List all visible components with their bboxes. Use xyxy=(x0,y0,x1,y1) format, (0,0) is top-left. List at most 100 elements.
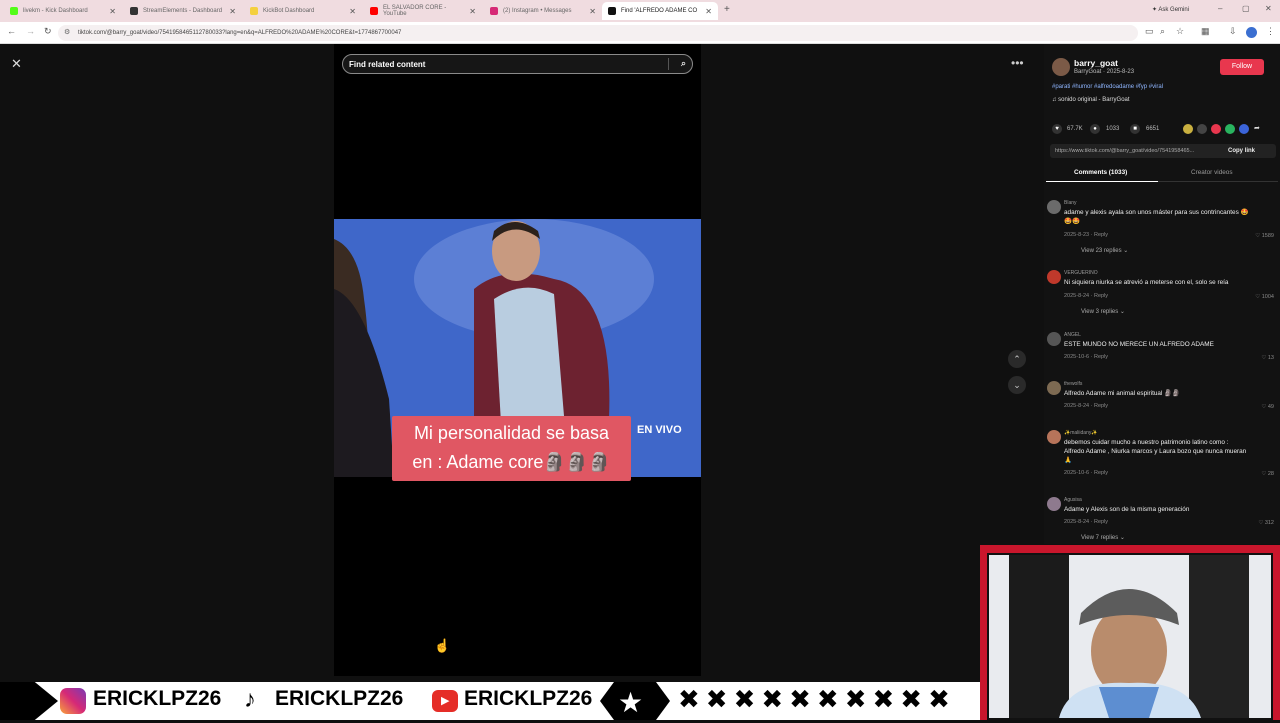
comment-item: Agusisa Adame y Alexis son de la misma g… xyxy=(1044,497,1280,544)
avatar[interactable] xyxy=(1047,332,1061,346)
close-icon[interactable]: ✕ xyxy=(109,7,116,16)
author-avatar[interactable] xyxy=(1052,58,1070,76)
banner-left-arrow xyxy=(0,682,58,720)
next-video-button[interactable]: ⌄ xyxy=(1008,376,1026,394)
youtube-icon: ▶ xyxy=(432,690,458,712)
share-coin-icon[interactable] xyxy=(1183,124,1193,134)
likes-count: 67.7K xyxy=(1067,126,1083,132)
close-icon[interactable]: ✕ xyxy=(349,7,356,16)
close-icon[interactable]: ✕ xyxy=(469,7,476,16)
like-count[interactable]: 1589 xyxy=(1262,233,1274,239)
embed-icon[interactable] xyxy=(1197,124,1207,134)
heart-icon[interactable]: ♥ xyxy=(1052,124,1062,134)
youtube-icon xyxy=(370,7,378,15)
whatsapp-icon[interactable] xyxy=(1225,124,1235,134)
avatar[interactable] xyxy=(1047,270,1061,284)
extensions-icon[interactable]: ▦ xyxy=(1201,26,1210,37)
back-icon[interactable]: ← xyxy=(7,26,16,36)
comment-icon[interactable]: ● xyxy=(1090,124,1100,134)
comment-item: VERGUERINO Ni siquiera niurka se atrevió… xyxy=(1044,270,1280,325)
previous-video-button[interactable]: ⌃ xyxy=(1008,350,1026,368)
avatar[interactable] xyxy=(1047,381,1061,395)
tab-creator-videos[interactable]: Creator videos xyxy=(1191,169,1233,176)
tab-streamelements[interactable]: StreamElements - Dashboard ✕ xyxy=(124,2,242,20)
profile-avatar[interactable] xyxy=(1246,27,1257,38)
view-replies-button[interactable]: View 3 replies ⌄ xyxy=(1081,308,1125,315)
tab-tiktok[interactable]: Find 'ALFREDO ADAME CO ✕ xyxy=(602,2,718,20)
caption-line: Mi personalidad se basa xyxy=(413,423,610,443)
ask-gemini-button[interactable]: ✦ Ask Gemini xyxy=(1152,6,1189,13)
reply-button[interactable]: Reply xyxy=(1094,470,1108,476)
browser-tab-bar: livekm - Kick Dashboard ✕ StreamElements … xyxy=(0,0,1280,22)
bookmark-icon[interactable]: ■ xyxy=(1130,124,1140,134)
like-count[interactable]: 28 xyxy=(1268,471,1274,477)
copy-link-button[interactable]: Copy link xyxy=(1228,148,1255,154)
comment-user[interactable]: Agusisa xyxy=(1064,497,1082,503)
bookmark-star-icon[interactable]: ☆ xyxy=(1176,26,1184,37)
cast-icon[interactable]: ▭ xyxy=(1145,26,1154,37)
tab-comments[interactable]: Comments (1033) xyxy=(1074,169,1127,176)
comment-date: 2025-8-24 xyxy=(1064,519,1090,525)
address-bar[interactable]: ⚙ tiktok.com/@barry_goat/video/7541958465… xyxy=(58,25,1138,41)
window-close-icon[interactable]: ✕ xyxy=(1265,4,1272,13)
view-replies-button[interactable]: View 7 replies ⌄ xyxy=(1081,534,1125,541)
zoom-icon[interactable]: ⌕ xyxy=(1160,26,1165,37)
like-count[interactable]: 13 xyxy=(1268,355,1274,361)
comment-text: ESTE MUNDO NO MERECE UN ALFREDO ADAME xyxy=(1064,341,1214,348)
menu-icon[interactable]: ⋮ xyxy=(1266,26,1275,37)
share-arrow-icon[interactable]: ➦ xyxy=(1254,124,1260,132)
reply-button[interactable]: Reply xyxy=(1094,232,1108,238)
close-icon[interactable]: ✕ xyxy=(705,7,712,16)
reply-button[interactable]: Reply xyxy=(1094,403,1108,409)
follow-button[interactable]: Follow xyxy=(1220,59,1264,75)
avatar[interactable] xyxy=(1047,497,1061,511)
tab-youtube[interactable]: EL SALVADOR CORE - YouTube ✕ xyxy=(364,2,482,20)
reply-button[interactable]: Reply xyxy=(1094,519,1108,525)
new-tab-button[interactable]: + xyxy=(724,4,730,15)
tab-kickbot[interactable]: KickBot Dashboard ✕ xyxy=(244,2,362,20)
tab-label: StreamElements - Dashboard xyxy=(143,8,223,14)
downloads-icon[interactable]: ⇩ xyxy=(1229,26,1237,37)
like-count[interactable]: 1004 xyxy=(1262,294,1274,300)
view-replies-button[interactable]: View 23 replies ⌄ xyxy=(1081,247,1128,254)
comment-user[interactable]: VERGUERINO xyxy=(1064,270,1098,276)
tab-label: Find 'ALFREDO ADAME CO xyxy=(621,8,698,14)
author-subtitle: BarryGoat · 2025-8-23 xyxy=(1074,69,1135,75)
more-options-icon[interactable]: ••• xyxy=(1011,56,1024,70)
tiktok-icon: ♪ xyxy=(244,686,256,713)
close-icon[interactable]: ✕ xyxy=(11,56,22,72)
comment-text: debemos cuidar mucho a nuestro patrimoni… xyxy=(1064,439,1247,464)
comment-user[interactable]: ✨maliidany✨ xyxy=(1064,430,1098,436)
site-info-icon[interactable]: ⚙ xyxy=(64,28,70,36)
search-icon[interactable]: ⌕ xyxy=(681,58,686,69)
comment-user[interactable]: Blany xyxy=(1064,200,1077,206)
close-icon[interactable]: ✕ xyxy=(229,7,236,16)
comment-user[interactable]: thewolfs xyxy=(1064,381,1082,387)
tab-instagram[interactable]: (2) Instagram • Messages ✕ xyxy=(484,2,602,20)
sound-link[interactable]: ♫ sonido original - BarryGoat xyxy=(1052,97,1130,103)
tab-label: EL SALVADOR CORE - YouTube xyxy=(383,5,447,17)
reply-button[interactable]: Reply xyxy=(1094,354,1108,360)
like-count[interactable]: 49 xyxy=(1268,404,1274,410)
search-input[interactable]: Find related content ⌕ xyxy=(342,54,693,74)
like-count[interactable]: 312 xyxy=(1265,520,1274,526)
reload-icon[interactable]: ↻ xyxy=(44,26,52,37)
avatar[interactable] xyxy=(1047,430,1061,444)
streamelements-icon xyxy=(130,7,138,15)
forward-icon[interactable]: → xyxy=(26,26,35,36)
live-label: EN VIVO xyxy=(637,424,682,436)
maximize-icon[interactable]: ▢ xyxy=(1242,4,1250,13)
url-text: tiktok.com/@barry_goat/video/75419584651… xyxy=(78,30,402,36)
video-link[interactable]: https://www.tiktok.com/@barry_goat/video… xyxy=(1055,148,1194,154)
caption-line: en : Adame core🗿🗿🗿 xyxy=(412,452,611,472)
reply-button[interactable]: Reply xyxy=(1094,293,1108,299)
hashtags[interactable]: #parati #humor #alfredoadame #fyp #viral xyxy=(1052,84,1163,90)
author-name[interactable]: barry_goat xyxy=(1074,58,1118,68)
minimize-icon[interactable]: – xyxy=(1218,4,1222,13)
comment-user[interactable]: ANGEL xyxy=(1064,332,1081,338)
facebook-icon[interactable] xyxy=(1239,124,1249,134)
send-icon[interactable] xyxy=(1211,124,1221,134)
avatar[interactable] xyxy=(1047,200,1061,214)
tab-kick[interactable]: livekm - Kick Dashboard ✕ xyxy=(4,2,122,20)
close-icon[interactable]: ✕ xyxy=(589,7,596,16)
